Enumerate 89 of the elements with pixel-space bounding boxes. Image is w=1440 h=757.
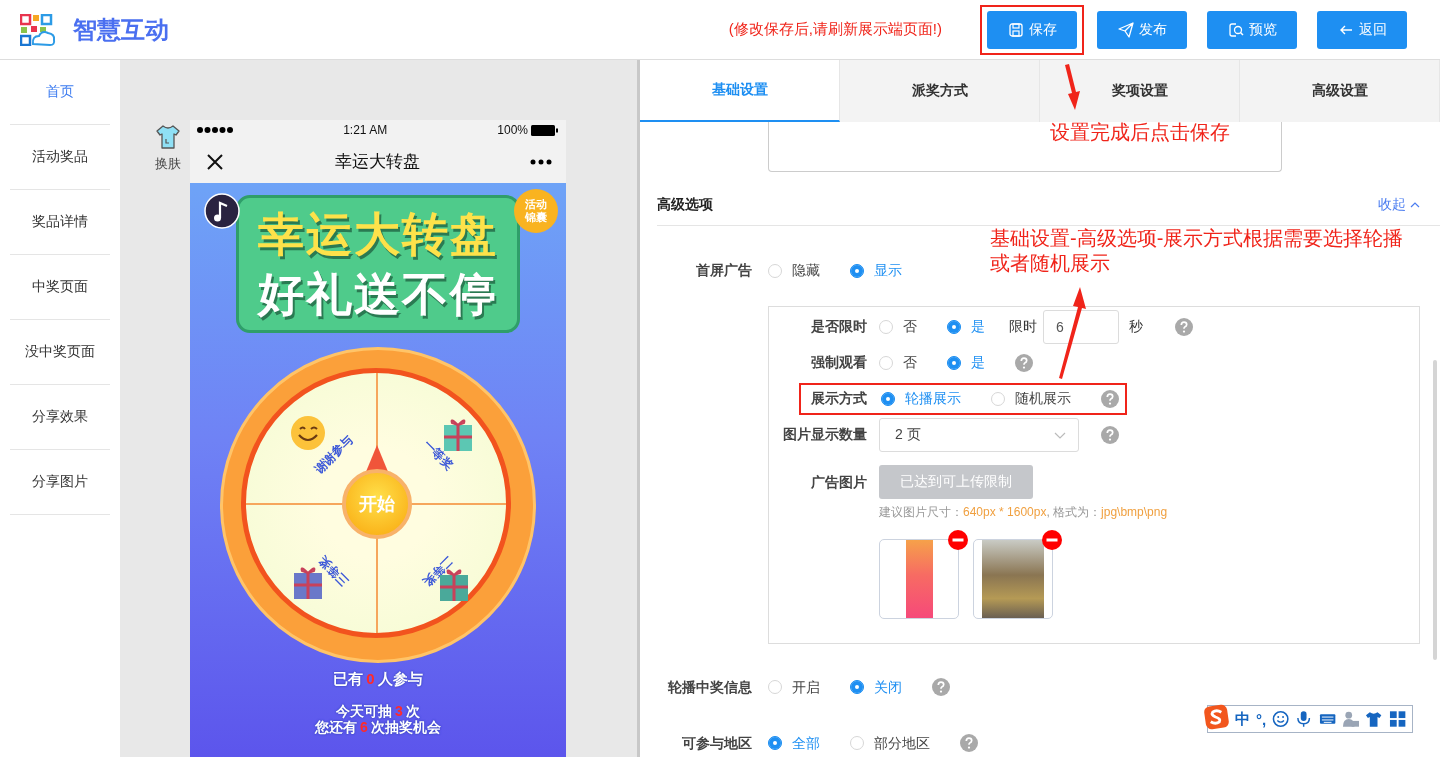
radio-option[interactable]: 随机展示 bbox=[991, 390, 1071, 408]
field-label: 可参与地区 bbox=[681, 734, 752, 752]
notice-text: (修改保存后,请刷新展示端页面!) bbox=[728, 20, 942, 39]
collapse-link[interactable]: 收起 bbox=[1378, 195, 1420, 214]
help-icon[interactable] bbox=[1015, 354, 1033, 372]
field-label: 轮播中奖信息 bbox=[667, 678, 752, 696]
tab[interactable]: 基础设置 bbox=[640, 60, 840, 122]
help-icon[interactable] bbox=[1175, 318, 1193, 336]
radio-option[interactable]: 开启 bbox=[768, 678, 820, 696]
preview-button[interactable]: 预览 bbox=[1207, 10, 1297, 49]
radio-option[interactable]: 是 bbox=[947, 354, 985, 372]
app-name: 智慧互动 bbox=[73, 14, 169, 45]
battery-percent: 100% bbox=[497, 123, 528, 137]
field-label: 广告图片 bbox=[810, 473, 867, 492]
section-title: 高级选项 bbox=[657, 195, 713, 214]
number-input[interactable]: 6 bbox=[1043, 310, 1119, 344]
remove-icon[interactable] bbox=[1042, 530, 1062, 550]
sidebar-item[interactable]: 活动奖品 bbox=[10, 125, 110, 190]
signal-dots-icon bbox=[197, 126, 233, 134]
field-label: 是否限时 bbox=[810, 318, 867, 336]
close-icon[interactable] bbox=[206, 152, 224, 171]
paper-plane-icon bbox=[1117, 21, 1134, 38]
field-label: 强制观看 bbox=[810, 354, 867, 372]
prize-label: 一等奖 bbox=[419, 436, 457, 474]
image-thumbnail[interactable] bbox=[879, 539, 959, 619]
scrollbar[interactable] bbox=[1433, 360, 1437, 660]
annotation-text: 设置完成后点击保存 bbox=[1050, 120, 1230, 145]
annotation-text: 基础设置-高级选项-展示方式根据需要选择轮播或者随机展示 bbox=[990, 226, 1405, 276]
remove-icon[interactable] bbox=[948, 530, 968, 550]
ime-logo-icon[interactable] bbox=[1204, 704, 1229, 730]
field-label: 展示方式 bbox=[810, 390, 867, 408]
stat-text: 您还有6次抽奖机会 bbox=[315, 719, 441, 735]
radio-option[interactable]: 否 bbox=[879, 354, 917, 372]
radio-option[interactable]: 部分地区 bbox=[850, 734, 930, 752]
battery-icon bbox=[531, 124, 559, 136]
title-line: 好礼送不停 bbox=[258, 267, 498, 322]
title-line: 幸运大转盘 bbox=[258, 207, 498, 262]
radio-option[interactable]: 隐藏 bbox=[768, 262, 820, 280]
music-note-icon[interactable] bbox=[204, 193, 240, 229]
publish-button[interactable]: 发布 bbox=[1097, 10, 1187, 49]
radio-option[interactable]: 显示 bbox=[850, 262, 902, 280]
grid-icon[interactable] bbox=[1388, 710, 1407, 728]
save-button[interactable]: 保存 bbox=[987, 10, 1077, 49]
text-area[interactable] bbox=[768, 122, 1282, 172]
more-icon[interactable] bbox=[530, 158, 552, 165]
prize-label: 二等奖 bbox=[419, 552, 457, 590]
skin-label: 换肤 bbox=[155, 155, 181, 173]
hint-text: 建议图片尺寸：640px * 1600px, 格式为：jpg\bmp\png bbox=[879, 504, 1168, 521]
radio-option[interactable]: 关闭 bbox=[850, 678, 902, 696]
dropdown-value: 2 页 bbox=[895, 426, 921, 444]
tab[interactable]: 高级设置 bbox=[1240, 60, 1440, 122]
sidebar-item[interactable]: 分享效果 bbox=[10, 385, 110, 450]
person-icon[interactable] bbox=[1342, 710, 1360, 728]
prize-label: 三等奖 bbox=[315, 552, 353, 590]
tab[interactable]: 派奖方式 bbox=[840, 60, 1040, 122]
radio-option[interactable]: 轮播展示 bbox=[881, 390, 961, 408]
chevron-up-icon bbox=[1410, 201, 1420, 208]
smiley-icon bbox=[290, 415, 326, 451]
dropdown[interactable]: 2 页 bbox=[879, 418, 1079, 452]
ime-punctuation[interactable]: °, bbox=[1256, 710, 1267, 728]
field-label: 图片显示数量 bbox=[782, 426, 867, 444]
field-label: 首屏广告 bbox=[695, 262, 752, 280]
t-shirt-icon[interactable] bbox=[1365, 710, 1383, 728]
magnifier-icon bbox=[1227, 21, 1244, 38]
radio-option[interactable]: 全部 bbox=[768, 734, 820, 752]
back-button[interactable]: 返回 bbox=[1317, 10, 1407, 49]
t-shirt-icon[interactable] bbox=[155, 124, 181, 150]
radio-option[interactable]: 是 bbox=[947, 318, 985, 336]
microphone-icon[interactable] bbox=[1295, 710, 1313, 728]
help-icon[interactable] bbox=[960, 734, 978, 752]
sidebar-item[interactable]: 没中奖页面 bbox=[10, 320, 110, 385]
image-thumbnail[interactable] bbox=[973, 539, 1053, 619]
sidebar-item[interactable]: 分享图片 bbox=[10, 450, 110, 515]
status-time: 1:21 AM bbox=[343, 123, 388, 137]
sidebar-item[interactable]: 首页 bbox=[10, 60, 110, 125]
page-title: 幸运大转盘 bbox=[334, 151, 420, 173]
help-icon[interactable] bbox=[932, 678, 950, 696]
annotation-arrow bbox=[1063, 64, 1083, 110]
field-label: 限时 bbox=[1009, 318, 1037, 336]
chevron-down-icon bbox=[1054, 431, 1066, 439]
sidebar-item[interactable]: 中奖页面 bbox=[10, 255, 110, 320]
help-icon[interactable] bbox=[1101, 426, 1119, 444]
sidebar-item[interactable]: 奖品详情 bbox=[10, 190, 110, 255]
ime-mode[interactable]: 中 bbox=[1235, 709, 1250, 729]
logo-icon bbox=[20, 13, 56, 46]
smiley-icon[interactable] bbox=[1272, 710, 1290, 728]
unit-label: 秒 bbox=[1129, 318, 1143, 336]
radio-option[interactable]: 否 bbox=[879, 318, 917, 336]
help-icon[interactable] bbox=[1101, 390, 1119, 408]
